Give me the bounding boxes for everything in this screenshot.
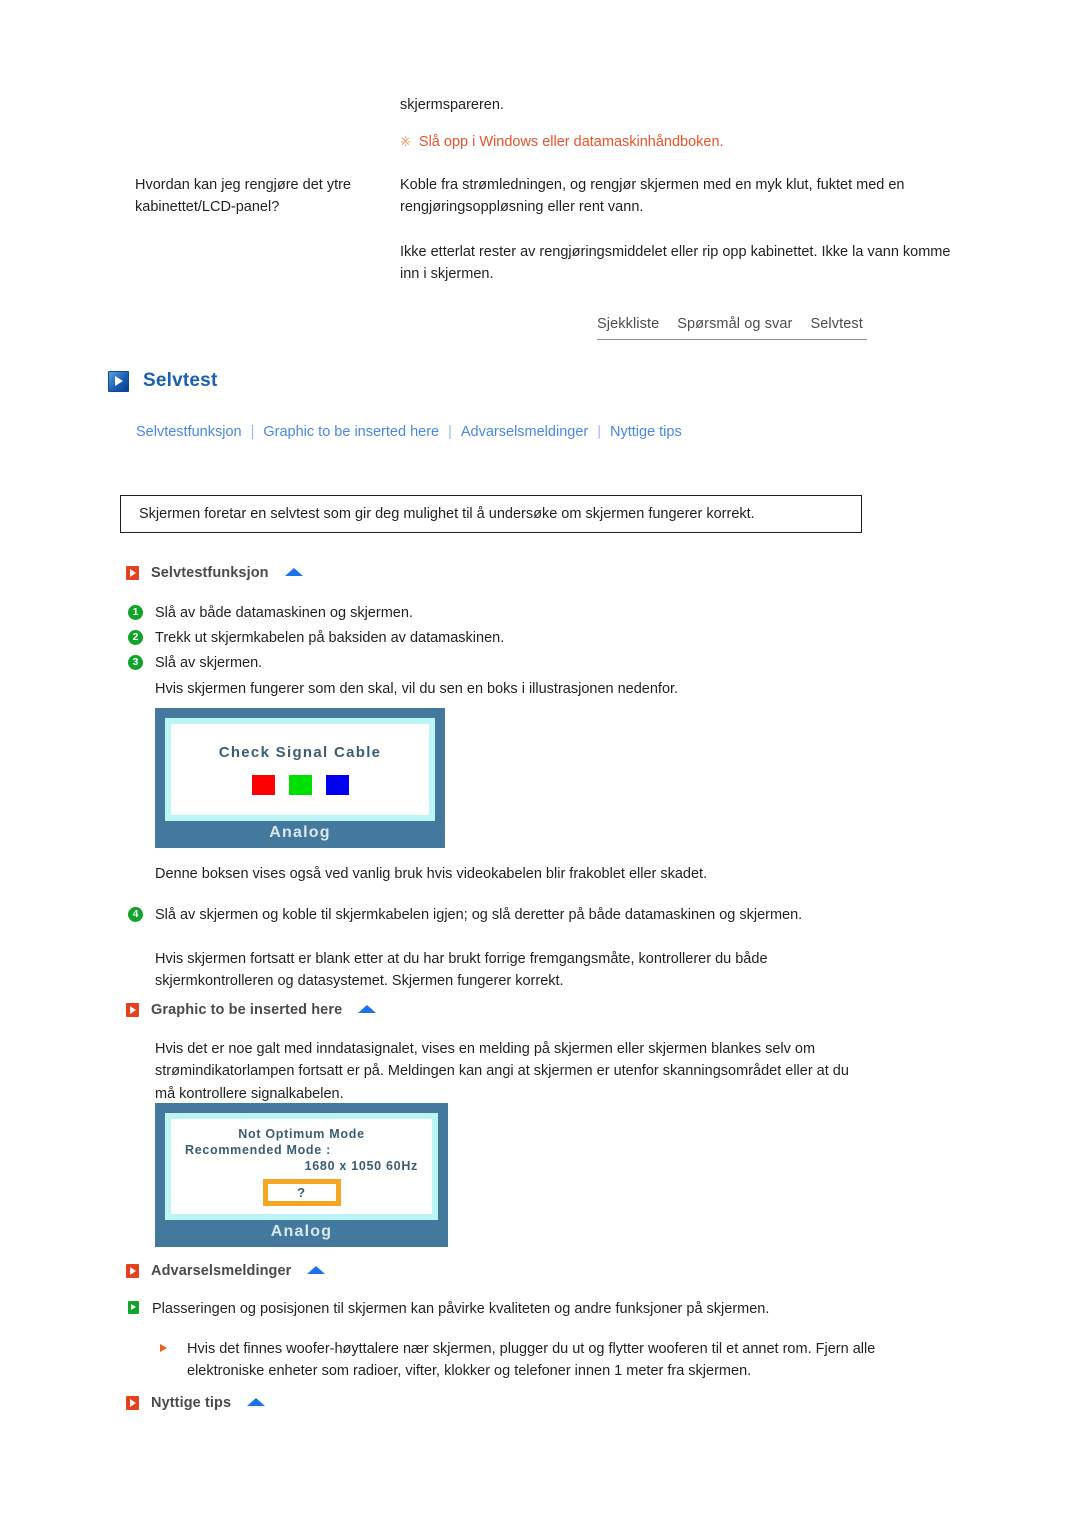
osd-message-title: Check Signal Cable [218, 744, 382, 761]
subsection-title: Advarselsmeldinger [151, 1263, 292, 1279]
tab-sjekkliste[interactable]: Sjekkliste [597, 316, 659, 332]
faq-answer-paragraph-1: Koble fra strømledningen, og rengjør skj… [400, 177, 905, 216]
red-play-icon [126, 1396, 139, 1410]
step-text: Trekk ut skjermkabelen på baksiden av da… [155, 630, 505, 646]
subsection-title: Graphic to be inserted here [151, 1002, 343, 1018]
link-nyttige-tips[interactable]: Nyttige tips [610, 424, 682, 440]
selftest-after-steps-text: Hvis skjermen fungerer som den skal, vil… [155, 681, 679, 697]
subsection-heading-selvtestfunksjon: Selvtestfunksjon [126, 565, 303, 581]
tab-strip: Sjekkliste Spørsmål og svar Selvtest [597, 316, 867, 340]
page-title-row: Selvtest [108, 370, 217, 392]
intro-callout-box: Skjermen foretar en selvtest som gir deg… [120, 495, 862, 533]
step-text: Slå av skjermen. [155, 655, 263, 671]
osd-line-3: 1680 x 1050 60Hz [304, 1159, 418, 1173]
subsection-title: Selvtestfunksjon [151, 565, 269, 581]
tab-selvtest[interactable]: Selvtest [810, 316, 862, 332]
red-swatch [251, 775, 275, 795]
green-play-icon [128, 1301, 139, 1314]
faq-answer-paragraph-2: Ikke etterlat rester av rengjøringsmidde… [400, 243, 951, 283]
section-anchor-links: Selvtestfunksjon | Graphic to be inserte… [136, 424, 682, 440]
step-number-badge: 3 [128, 655, 143, 670]
list-item: 3 Slå av skjermen. [128, 653, 262, 675]
scroll-to-top-arrow-icon[interactable] [358, 1005, 377, 1013]
green-swatch [288, 775, 312, 795]
osd-not-optimum-mode-graphic: Not Optimum Mode Recommended Mode : 1680… [155, 1103, 448, 1247]
faq-question: Hvordan kan jeg rengjøre det ytre kabine… [135, 177, 351, 216]
list-item: 2 Trekk ut skjermkabelen på baksiden av … [128, 628, 504, 650]
faq-note: ※ Slå opp i Windows eller datamaskinhånd… [400, 131, 724, 153]
osd-message-block: Not Optimum Mode Recommended Mode : 1680… [171, 1127, 432, 1206]
osd-screen: Not Optimum Mode Recommended Mode : 1680… [165, 1113, 438, 1220]
red-play-icon [126, 566, 139, 580]
graphic-section-paragraph: Hvis det er noe galt med inndatasignalet… [155, 1041, 849, 1102]
document-page: skjermspareren. ※ Slå opp i Windows elle… [0, 0, 1080, 1528]
subsection-heading-advarselsmeldinger: Advarselsmeldinger [126, 1263, 326, 1279]
scroll-to-top-arrow-icon[interactable] [307, 1266, 326, 1274]
warning-bullet-text: Plasseringen og posisjonen til skjermen … [152, 1301, 770, 1317]
red-play-icon [126, 1003, 139, 1017]
list-item: 1 Slå av både datamaskinen og skjermen. [128, 603, 413, 625]
step-text: Slå av både datamaskinen og skjermen. [155, 605, 413, 621]
osd-line-1: Not Optimum Mode [238, 1127, 365, 1141]
subsection-heading-graphic: Graphic to be inserted here [126, 1002, 377, 1018]
subsection-heading-nyttige-tips: Nyttige tips [126, 1395, 266, 1411]
step-number-badge: 1 [128, 605, 143, 620]
selftest-caption-text: Denne boksen vises også ved vanlig bruk … [155, 866, 708, 882]
faq-row: Hvordan kan jeg rengjøre det ytre kabine… [135, 174, 1015, 286]
blue-swatch [325, 775, 349, 795]
subsection-title: Nyttige tips [151, 1395, 232, 1411]
osd-line-2: Recommended Mode : [185, 1143, 331, 1157]
osd-screen: Check Signal Cable [165, 718, 435, 821]
faq-answer: Koble fra strømledningen, og rengjør skj… [400, 174, 1015, 286]
warning-subbullet-text: Hvis det finnes woofer-høyttalere nær sk… [187, 1341, 876, 1380]
link-selvtestfunksjon[interactable]: Selvtestfunksjon [136, 424, 242, 440]
red-play-icon [126, 1264, 139, 1278]
step-number-badge: 2 [128, 630, 143, 645]
link-separator: | [597, 424, 601, 440]
reference-mark-icon: ※ [400, 134, 411, 149]
list-item: Hvis det finnes woofer-høyttalere nær sk… [160, 1338, 890, 1383]
osd-input-label: Analog [269, 824, 331, 841]
link-separator: | [448, 424, 452, 440]
step-text: Slå av skjermen og koble til skjermkabel… [155, 907, 803, 923]
orange-triangle-bullet-icon [160, 1344, 174, 1352]
list-item: Plasseringen og posisjonen til skjermen … [128, 1298, 888, 1320]
intro-callout-text: Skjermen foretar en selvtest som gir deg… [139, 506, 755, 522]
list-item: 4 Slå av skjermen og koble til skjermkab… [128, 905, 828, 927]
step-number-badge: 4 [128, 907, 143, 922]
faq-continuation-text: skjermspareren. [400, 97, 504, 113]
osd-question-box: ? [262, 1179, 341, 1206]
blue-play-icon [108, 370, 129, 392]
link-separator: | [250, 424, 255, 440]
faq-note-text: Slå opp i Windows eller datamaskinhåndbo… [418, 134, 724, 150]
osd-input-label: Analog [270, 1223, 333, 1240]
osd-check-signal-cable-graphic: Check Signal Cable Analog [155, 708, 445, 848]
scroll-to-top-arrow-icon[interactable] [284, 568, 303, 576]
link-graphic-to-be-inserted-here[interactable]: Graphic to be inserted here [263, 424, 439, 440]
tab-sporsmal-og-svar[interactable]: Spørsmål og svar [677, 316, 792, 332]
page-title: Selvtest [143, 370, 218, 391]
link-advarselsmeldinger[interactable]: Advarselsmeldinger [461, 424, 588, 440]
selftest-step4-followup-text: Hvis skjermen fortsatt er blank etter at… [155, 951, 768, 990]
rgb-color-swatches [251, 775, 349, 795]
scroll-to-top-arrow-icon[interactable] [247, 1398, 266, 1406]
